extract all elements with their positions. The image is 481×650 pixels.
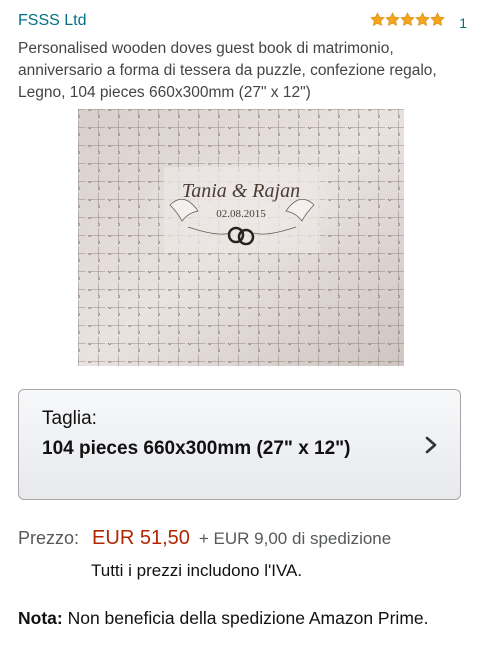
star-icon: [415, 12, 430, 26]
note-text: Non beneficia della spedizione Amazon Pr…: [67, 608, 429, 628]
chevron-right-icon: [425, 436, 437, 454]
brand-link[interactable]: FSSS Ltd: [18, 12, 86, 30]
product-image[interactable]: Tania & Rajan 02.08.2015: [78, 109, 404, 366]
price-row: Prezzo: EUR 51,50 + EUR 9,00 di spedizio…: [18, 527, 478, 550]
vat-note: Tutti i prezzi includono l'IVA.: [91, 561, 303, 580]
star-icon: [400, 12, 415, 26]
engraving-names: Tania & Rajan: [182, 180, 300, 202]
product-title: Personalised wooden doves guest book di …: [18, 40, 437, 101]
engraving-date: 02.08.2015: [216, 208, 266, 220]
star-icon: [430, 12, 445, 26]
shipping-cost: + EUR 9,00 di spedizione: [198, 529, 392, 548]
price-value: EUR 51,50: [92, 527, 190, 549]
size-selector[interactable]: Taglia: 104 pieces 660x300mm (27" x 12"): [18, 389, 461, 500]
star-rating[interactable]: [370, 12, 445, 27]
size-label: Taglia:: [42, 408, 97, 429]
prime-note: Nota: Non beneficia della spedizione Ama…: [18, 606, 468, 631]
size-value: 104 pieces 660x300mm (27" x 12"): [42, 438, 351, 459]
price-label: Prezzo:: [18, 528, 80, 548]
rating-count[interactable]: 1: [459, 15, 467, 31]
star-icon: [370, 12, 385, 26]
note-label: Nota:: [18, 608, 63, 628]
star-icon: [385, 12, 400, 26]
brand-row: FSSS Ltd 1: [18, 10, 467, 34]
